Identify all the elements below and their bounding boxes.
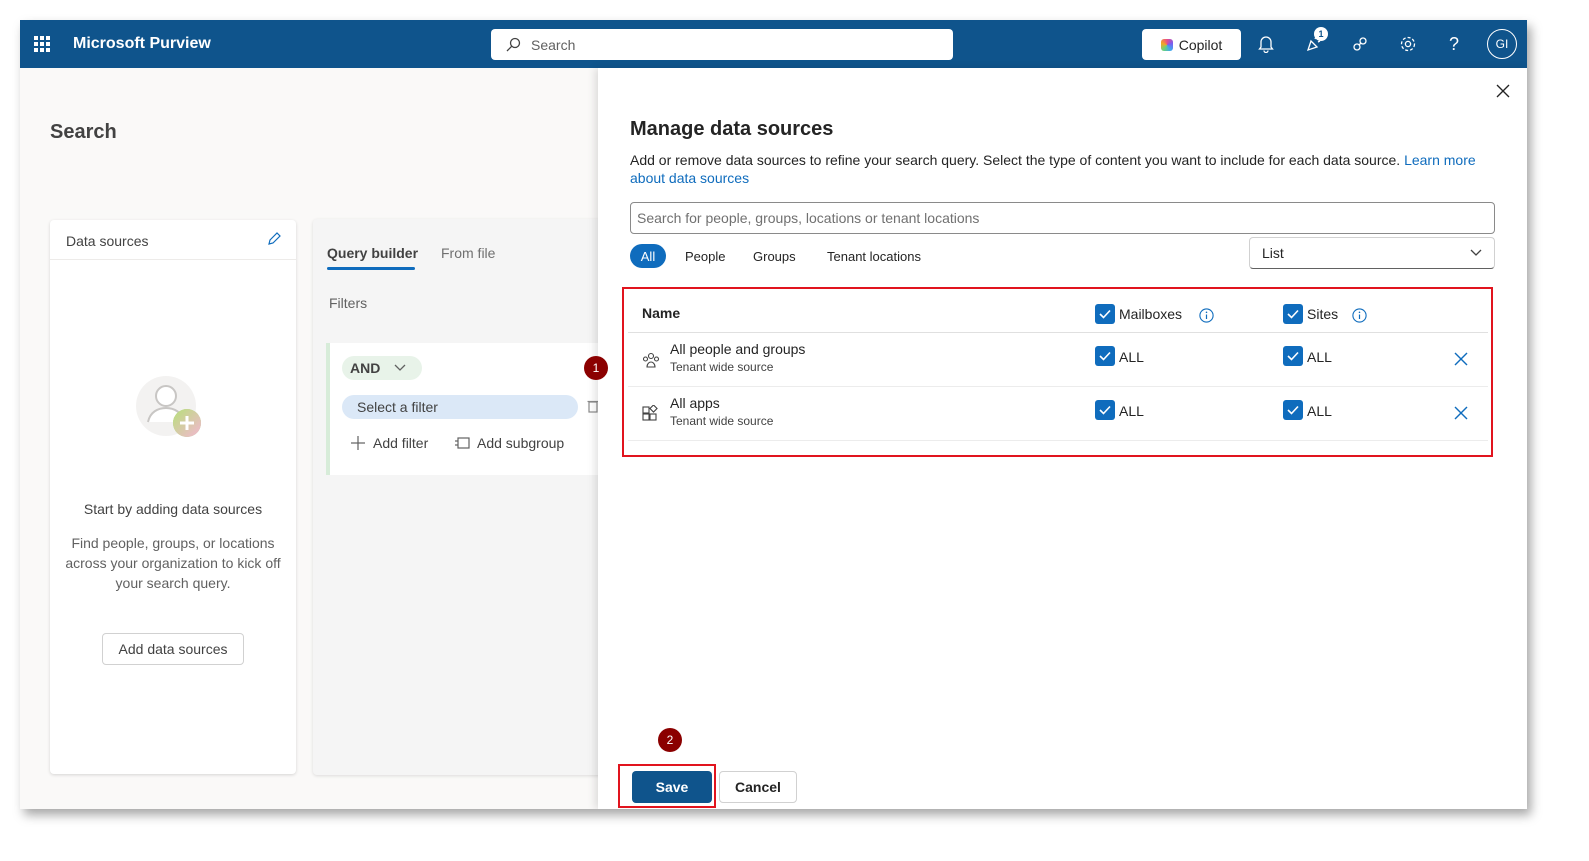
row-sites-checkbox[interactable]: [1283, 400, 1303, 420]
empty-state-title: Start by adding data sources: [83, 501, 263, 517]
avatar[interactable]: GI: [1487, 29, 1517, 59]
data-sources-card: Data sources Start by adding data source…: [50, 220, 296, 774]
add-subgroup-label: Add subgroup: [477, 435, 565, 451]
top-bar: Microsoft Purview Copilot 1 ? GI: [20, 20, 1527, 68]
checkmark-icon: [1287, 405, 1299, 415]
whats-new-icon[interactable]: 1: [1304, 27, 1328, 54]
table-row: All apps Tenant wide source ALL ALL: [628, 387, 1488, 441]
row-sites-value: ALL: [1307, 349, 1332, 365]
tab-query-builder[interactable]: Query builder: [327, 245, 418, 270]
row-mailboxes-checkbox[interactable]: [1095, 400, 1115, 420]
row-name: All people and groups: [670, 341, 806, 357]
table-header: Name Mailboxes Sites: [628, 295, 1488, 333]
chevron-down-icon: [1470, 249, 1482, 256]
info-icon[interactable]: [1352, 308, 1367, 328]
panel-description: Add or remove data sources to refine you…: [630, 151, 1480, 187]
select-filter-dropdown[interactable]: Select a filter: [342, 395, 578, 419]
copilot-label: Copilot: [1178, 36, 1223, 53]
help-icon[interactable]: ?: [1444, 34, 1464, 54]
tab-from-file[interactable]: From file: [441, 245, 495, 261]
save-button[interactable]: Save: [632, 771, 712, 803]
gear-icon[interactable]: [1398, 34, 1418, 54]
panel-title: Manage data sources: [630, 118, 834, 140]
checkmark-icon: [1099, 309, 1111, 319]
filters-label: Filters: [329, 295, 368, 311]
page-title: Search: [50, 121, 117, 143]
people-group-icon: [642, 351, 660, 374]
checkmark-icon: [1287, 309, 1299, 319]
data-sources-header: Data sources: [50, 220, 296, 260]
info-icon[interactable]: [1199, 308, 1214, 328]
step-marker-1: 1: [584, 356, 608, 380]
row-subtitle: Tenant wide source: [670, 360, 774, 374]
chevron-down-icon: [394, 364, 406, 371]
pivot-people[interactable]: People: [685, 244, 725, 268]
checkmark-icon: [1099, 405, 1111, 415]
panel-description-text: Add or remove data sources to refine you…: [630, 152, 1401, 168]
table-row: All people and groups Tenant wide source…: [628, 333, 1488, 387]
add-subgroup-button[interactable]: Add subgroup: [454, 435, 564, 451]
plus-icon: [351, 436, 365, 450]
app-launcher-icon[interactable]: [34, 36, 50, 52]
pivot-all[interactable]: All: [630, 244, 666, 268]
row-mailboxes-value: ALL: [1119, 349, 1144, 365]
edit-icon[interactable]: [266, 231, 282, 250]
add-filter-label: Add filter: [373, 435, 429, 451]
add-people-illustration-icon: [136, 376, 201, 437]
remove-row-icon[interactable]: [1454, 406, 1468, 425]
manage-data-sources-panel: Manage data sources Add or remove data s…: [598, 68, 1527, 809]
global-search[interactable]: [491, 29, 953, 60]
search-icon: [506, 37, 521, 51]
empty-state-description: Find people, groups, or locations across…: [65, 535, 281, 591]
copilot-button[interactable]: Copilot: [1142, 29, 1241, 60]
subgroup-icon: [455, 437, 470, 449]
name-column-header: Name: [642, 305, 681, 321]
close-icon[interactable]: [1496, 84, 1510, 103]
cancel-button[interactable]: Cancel: [719, 771, 797, 803]
row-subtitle: Tenant wide source: [670, 414, 774, 428]
sites-column-header: Sites: [1307, 306, 1339, 322]
row-name: All apps: [670, 395, 720, 411]
add-filter-button[interactable]: Add filter: [350, 435, 428, 451]
data-sources-title: Data sources: [66, 233, 149, 249]
view-select-value: List: [1262, 245, 1284, 261]
checkmark-icon: [1287, 351, 1299, 361]
add-data-sources-button[interactable]: Add data sources: [102, 633, 244, 665]
mailboxes-select-all-checkbox[interactable]: [1095, 304, 1115, 324]
connect-icon[interactable]: [1350, 34, 1370, 54]
notification-badge: 1: [1314, 27, 1328, 41]
operator-dropdown[interactable]: AND: [342, 356, 422, 380]
bell-icon[interactable]: [1256, 34, 1276, 54]
app-window: Microsoft Purview Copilot 1 ? GI Search …: [20, 20, 1527, 809]
mailboxes-column-header: Mailboxes: [1119, 306, 1183, 322]
data-source-search-input[interactable]: [630, 202, 1495, 234]
operator-label: AND: [350, 360, 381, 376]
query-builder-card: Query builder From file Filters AND Sele…: [313, 219, 633, 775]
copilot-icon: [1160, 38, 1173, 51]
row-sites-checkbox[interactable]: [1283, 346, 1303, 366]
view-select-dropdown[interactable]: List: [1249, 237, 1495, 269]
step-marker-2: 2: [658, 728, 682, 752]
row-sites-value: ALL: [1307, 403, 1332, 419]
filter-group: AND Select a filter Add filter Add subgr…: [326, 343, 626, 475]
row-mailboxes-value: ALL: [1119, 403, 1144, 419]
row-mailboxes-checkbox[interactable]: [1095, 346, 1115, 366]
app-name[interactable]: Microsoft Purview: [73, 35, 211, 53]
apps-icon: [642, 404, 659, 427]
remove-row-icon[interactable]: [1454, 352, 1468, 371]
global-search-input[interactable]: [531, 36, 931, 53]
checkmark-icon: [1099, 351, 1111, 361]
sites-select-all-checkbox[interactable]: [1283, 304, 1303, 324]
pivot-tenant-locations[interactable]: Tenant locations: [827, 244, 921, 268]
pivot-groups[interactable]: Groups: [753, 244, 796, 268]
